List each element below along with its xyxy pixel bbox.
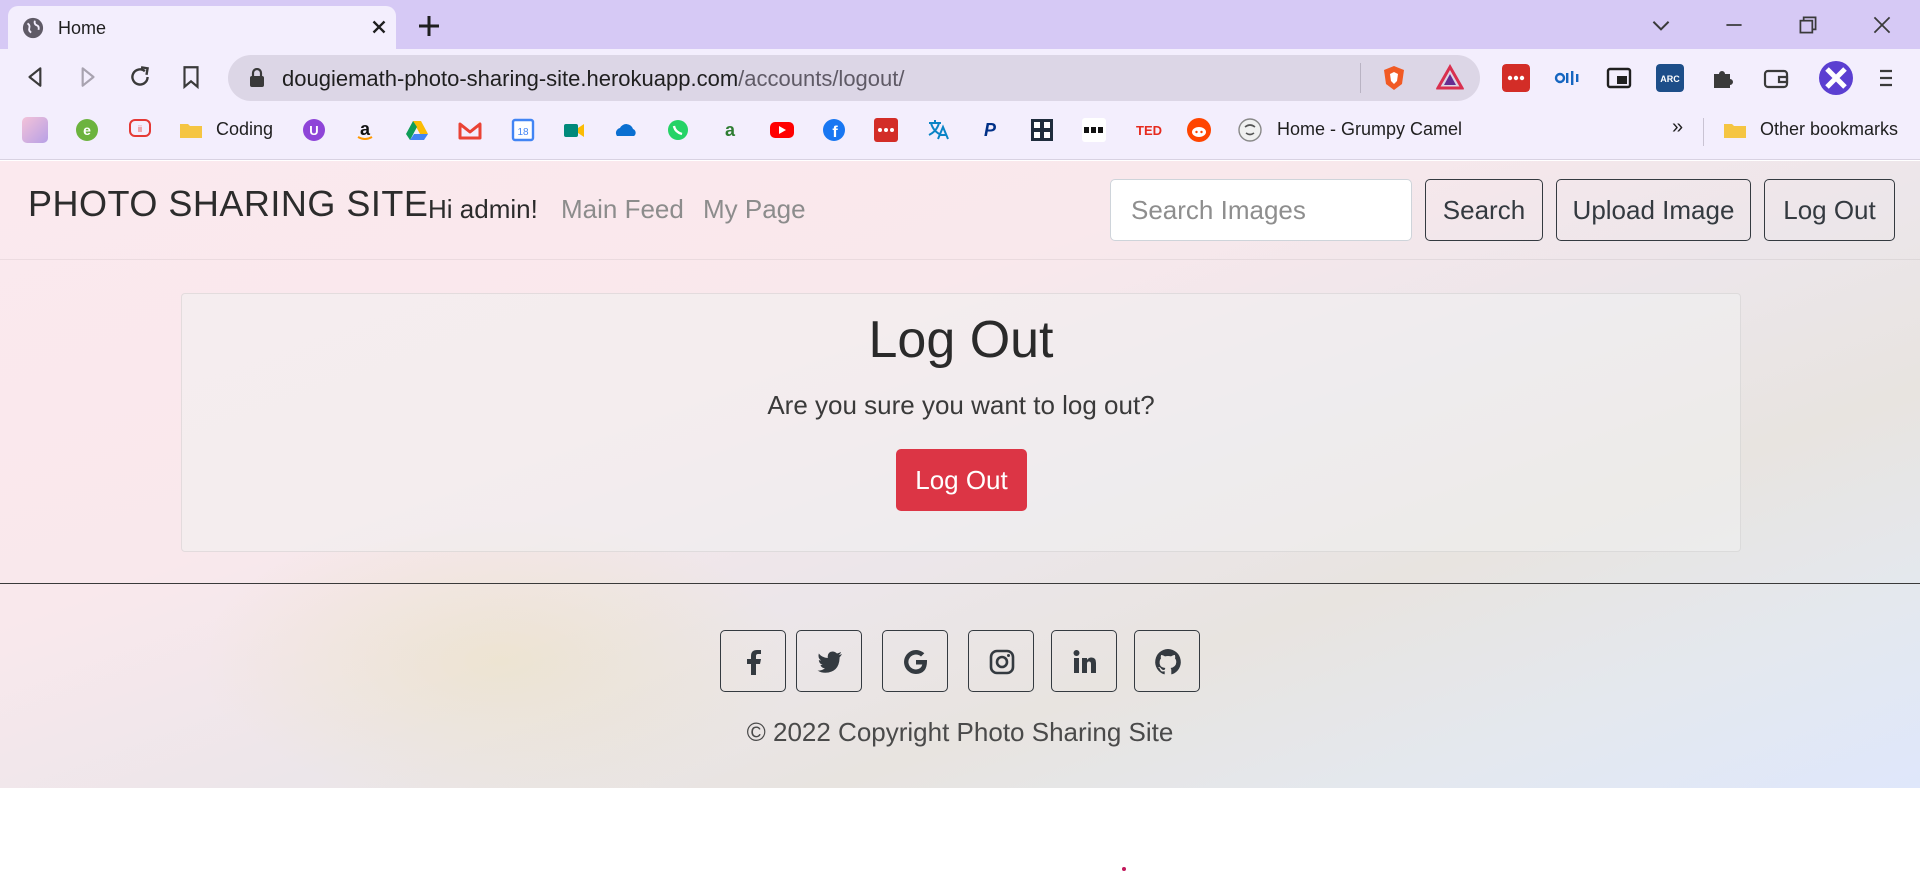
google-calendar-icon[interactable]: 18 [510, 117, 536, 143]
site-navbar: PHOTO SHARING SITE Hi admin! Main Feed M… [0, 161, 1920, 260]
restore-icon[interactable] [1795, 12, 1821, 38]
cursor-dot [1122, 867, 1126, 871]
lastpass-icon[interactable] [1502, 64, 1530, 92]
extensions-puzzle-icon[interactable] [1709, 64, 1737, 92]
linkedin-button[interactable] [1051, 630, 1117, 692]
twitter-icon [817, 651, 842, 673]
github-button[interactable] [1134, 630, 1200, 692]
url-host: dougiemath-photo-sharing-site.herokuapp.… [282, 66, 739, 91]
site-brand[interactable]: PHOTO SHARING SITE [28, 183, 428, 225]
bookmark-english-icon[interactable] [22, 117, 48, 143]
logout-card: Log Out Are you sure you want to log out… [181, 293, 1741, 552]
svg-text:U: U [309, 123, 318, 138]
url-path: /accounts/logout/ [738, 66, 905, 91]
bookmarks-bar: e ii Coding U a 18 a f P TED Home - Grum… [0, 104, 1920, 160]
lock-icon[interactable] [248, 68, 266, 88]
onedrive-icon[interactable] [613, 117, 639, 143]
search-input[interactable] [1110, 179, 1412, 241]
facebook-bookmark-icon[interactable]: f [821, 117, 847, 143]
other-bookmarks[interactable]: Other bookmarks [1760, 119, 1898, 140]
wallet-icon[interactable] [1762, 64, 1790, 92]
otter-extension-icon[interactable] [1553, 64, 1581, 92]
logout-confirm-message: Are you sure you want to log out? [767, 390, 1155, 420]
grumpy-camel-icon[interactable] [1237, 117, 1263, 143]
nav-my-page[interactable]: My Page [703, 194, 806, 225]
browser-menu-icon[interactable] [1872, 64, 1900, 92]
omnibox-divider [1360, 63, 1361, 93]
svg-text:a: a [725, 120, 736, 140]
svg-text:f: f [832, 124, 838, 141]
bookmark-icon[interactable] [178, 64, 204, 90]
bookmark-edge-icon[interactable]: e [74, 117, 100, 143]
brave-shields-icon[interactable] [1380, 64, 1408, 92]
twitter-button[interactable] [796, 630, 862, 692]
bookmark-a-icon[interactable]: a [717, 117, 743, 143]
bookmark-u-icon[interactable]: U [301, 117, 327, 143]
instagram-button[interactable] [968, 630, 1034, 692]
youtube-icon[interactable] [769, 117, 795, 143]
nav-logout-button[interactable]: Log Out [1764, 179, 1895, 241]
paypal-icon[interactable]: P [977, 117, 1003, 143]
grid-app-icon[interactable] [1029, 117, 1055, 143]
bookmarks-overflow-chevron[interactable]: » [1672, 116, 1683, 139]
page-content: PHOTO SHARING SITE Hi admin! Main Feed M… [0, 161, 1920, 788]
folder-icon[interactable] [178, 117, 204, 143]
google-button[interactable] [882, 630, 948, 692]
nav-greeting[interactable]: Hi admin! [428, 194, 538, 225]
close-window-icon[interactable] [1869, 12, 1895, 38]
forward-icon[interactable] [74, 64, 100, 90]
bookmark-grumpy-camel[interactable]: Home - Grumpy Camel [1277, 119, 1462, 140]
facebook-icon [747, 650, 761, 675]
footer-copyright: © 2022 Copyright Photo Sharing Site [746, 717, 1174, 747]
confirm-logout-button[interactable]: Log Out [896, 449, 1027, 511]
logout-title: Log Out [868, 311, 1054, 369]
dots-app-icon[interactable] [1081, 117, 1107, 143]
svg-text:ARC: ARC [1660, 74, 1680, 84]
upload-image-button[interactable]: Upload Image [1556, 179, 1751, 241]
search-button[interactable]: Search [1425, 179, 1543, 241]
svg-text:TED: TED [1136, 123, 1162, 138]
profile-avatar-icon[interactable] [1818, 60, 1854, 96]
translate-icon[interactable] [925, 117, 951, 143]
brave-rewards-icon[interactable] [1436, 64, 1464, 92]
footer-divider [0, 583, 1920, 584]
linkedin-icon [1073, 650, 1096, 673]
bookmark-speech-icon[interactable]: ii [127, 117, 153, 143]
instagram-icon [989, 649, 1015, 675]
close-tab-icon[interactable] [368, 16, 390, 38]
address-bar[interactable]: dougiemath-photo-sharing-site.herokuapp.… [228, 55, 1480, 101]
browser-tab-bar: Home [0, 0, 1920, 49]
github-icon [1155, 649, 1181, 675]
whatsapp-icon[interactable] [665, 117, 691, 143]
tab-title: Home [58, 18, 107, 38]
globe-icon [22, 17, 44, 39]
url-text: dougiemath-photo-sharing-site.herokuapp.… [282, 66, 905, 92]
svg-text:P: P [984, 120, 997, 140]
nav-main-feed[interactable]: Main Feed [561, 194, 684, 225]
google-icon [904, 650, 928, 674]
gmail-icon[interactable] [457, 117, 483, 143]
arc-extension-icon[interactable]: ARC [1656, 64, 1684, 92]
bookmark-coding[interactable]: Coding [216, 119, 273, 140]
reddit-icon[interactable] [1186, 117, 1212, 143]
svg-text:e: e [83, 122, 91, 138]
svg-text:ii: ii [138, 124, 142, 134]
lastpass-bookmark-icon[interactable] [873, 117, 899, 143]
svg-text:18: 18 [517, 127, 529, 138]
other-bookmarks-folder-icon[interactable] [1722, 117, 1748, 143]
google-meet-icon[interactable] [561, 117, 587, 143]
google-drive-icon[interactable] [404, 117, 430, 143]
reload-icon[interactable] [127, 64, 153, 90]
facebook-button[interactable] [720, 630, 786, 692]
back-icon[interactable] [23, 64, 49, 90]
picture-in-picture-icon[interactable] [1605, 64, 1633, 92]
browser-tab[interactable]: Home [8, 6, 396, 49]
svg-text:a: a [360, 119, 371, 139]
amazon-icon[interactable]: a [352, 117, 378, 143]
bookmarks-divider [1703, 118, 1704, 146]
minimize-icon[interactable] [1721, 12, 1747, 38]
new-tab-icon[interactable] [414, 11, 444, 41]
ted-icon[interactable]: TED [1133, 117, 1165, 143]
tab-search-chevron-icon[interactable] [1648, 12, 1674, 38]
